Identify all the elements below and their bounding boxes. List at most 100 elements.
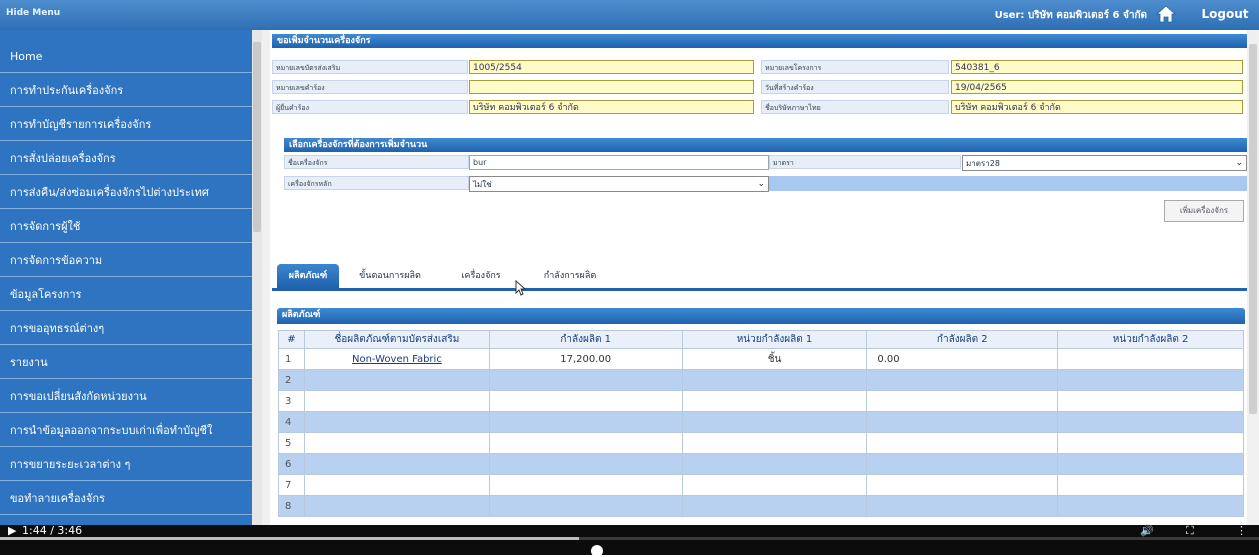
row-index: 8 — [278, 495, 305, 517]
col-header-capacity-1: กำลังผลิต 1 — [488, 330, 683, 349]
video-seek-bar[interactable] — [0, 537, 1259, 540]
main-machine-select-value: ไม่ใช่ — [473, 180, 492, 189]
capacity-unit-2-cell — [1057, 432, 1244, 454]
capacity-unit-1-cell — [681, 411, 868, 433]
capacity-unit-1-cell — [681, 390, 868, 412]
sidebar-item-home[interactable]: Home — [0, 40, 252, 73]
capacity-unit-2-cell — [1057, 495, 1244, 517]
capacity-1-value: 17,200.00 — [488, 348, 683, 370]
capacity-2-cell — [866, 474, 1059, 496]
field-label-company-thai: ชื่อบริษัทภาษาไทย — [761, 100, 949, 114]
capacity-unit-1-cell — [681, 432, 868, 454]
capacity-2-cell — [866, 453, 1059, 475]
row-index: 2 — [278, 369, 305, 391]
sidebar-item-return-repair[interactable]: การส่งคืน/ส่งซ่อมเครื่องจักรไปต่างประเทศ — [0, 176, 252, 209]
sidebar-item-users[interactable]: การจัดการผู้ใช้ — [0, 210, 252, 243]
tab-machine[interactable]: เครื่องจักร — [446, 264, 516, 288]
tab-underline — [272, 288, 1247, 291]
tab-production-capacity[interactable]: กำลังการผลิต — [522, 264, 618, 288]
section-label: มาตรา — [769, 155, 961, 169]
form-section-header: ขอเพิ่มจำนวนเครื่องจักร — [272, 34, 1247, 48]
product-name-cell — [303, 474, 490, 496]
col-header-product-name: ชื่อผลิตภัณฑ์ตามบัตรส่งเสริม — [303, 330, 490, 349]
table-row: 1 Non-Woven Fabric 17,200.00 ชิ้น 0.00 — [278, 348, 1244, 370]
field-label-project-no: หมายเลขโครงการ — [761, 60, 949, 74]
row-index: 5 — [278, 432, 305, 454]
user-info: User: บริษัท คอมพิวเตอร์ 6 จำกัด — [994, 10, 1147, 21]
sidebar-item-extend-period[interactable]: การขยายระยะเวลาต่าง ๆ — [0, 448, 252, 481]
capacity-unit-2-cell — [1057, 369, 1244, 391]
play-icon[interactable]: ▶ — [8, 525, 16, 537]
tab-product[interactable]: ผลิตภัณฑ์ — [277, 264, 339, 288]
field-label-request-no: หมายเลขคำร้อง — [272, 80, 468, 94]
sidebar-item-insurance[interactable]: การทำประกันเครื่องจักร — [0, 74, 252, 107]
tab-production-steps[interactable]: ขั้นตอนการผลิต — [347, 264, 433, 288]
product-table: # ชื่อผลิตภัณฑ์ตามบัตรส่งเสริม กำลังผลิต… — [278, 330, 1244, 517]
sidebar-item-project-info[interactable]: ข้อมูลโครงการ — [0, 278, 252, 311]
capacity-unit-1-cell — [681, 474, 868, 496]
product-name-cell — [303, 369, 490, 391]
sidebar-item-destroy-machine[interactable]: ขอทำลายเครื่องจักร — [0, 482, 252, 515]
sidebar-item-data-export[interactable]: การนำข้อมูลออกจากระบบเก่าเพื่อทำบัญชีใ — [0, 414, 252, 447]
capacity-1-cell — [488, 390, 683, 412]
capacity-unit-1-cell — [681, 495, 868, 517]
sidebar-item-messages[interactable]: การจัดการข้อความ — [0, 244, 252, 277]
main-left-scrollbar[interactable] — [262, 30, 270, 525]
capacity-1-cell — [488, 495, 683, 517]
sidebar-item-release[interactable]: การสั่งปล่อยเครื่องจักร — [0, 142, 252, 175]
main-scrollbar[interactable] — [1247, 30, 1259, 525]
sidebar-item-reports[interactable]: รายงาน — [0, 346, 252, 379]
product-name-link[interactable]: Non-Woven Fabric — [303, 348, 490, 370]
row-index: 1 — [278, 348, 305, 370]
main-machine-label: เครื่องจักรหลัก — [284, 176, 469, 190]
product-name-cell — [303, 432, 490, 454]
product-name-cell — [303, 495, 490, 517]
video-overlay-dot — [591, 545, 603, 557]
capacity-1-cell — [488, 411, 683, 433]
sidebar-scroll-thumb[interactable] — [253, 42, 261, 232]
capacity-unit-1-cell — [681, 453, 868, 475]
row-index: 4 — [278, 411, 305, 433]
volume-icon[interactable]: 🔊 — [1140, 525, 1154, 537]
table-row: 4 — [278, 411, 1244, 433]
video-time: 1:44 / 3:46 — [22, 524, 83, 537]
select-machine-filler — [769, 176, 1247, 191]
home-icon[interactable] — [1155, 4, 1177, 24]
sidebar-item-change-affiliation[interactable]: การขอเปลี่ยนสังกัดหน่วยงาน — [0, 380, 252, 413]
video-controls: ▶ 1:44 / 3:46 🔊 ⛶ ⋮ — [0, 525, 1259, 555]
add-machine-button[interactable]: เพิ่มเครื่องจักร — [1164, 200, 1244, 222]
main-content: ขอเพิ่มจำนวนเครื่องจักร หมายเลขบัตรส่งเส… — [262, 30, 1259, 525]
top-bar: Hide Menu User: บริษัท คอมพิวเตอร์ 6 จำก… — [0, 0, 1259, 30]
field-value-project-no: 540381_6 — [951, 60, 1243, 74]
sidebar: Home การทำประกันเครื่องจักร การทำบัญชีรา… — [0, 30, 262, 525]
section-select[interactable]: มาตรา28 ⌄ — [962, 155, 1247, 171]
logout-button[interactable]: Logout — [1195, 5, 1255, 23]
machine-name-input[interactable]: bur — [469, 155, 769, 170]
fullscreen-icon[interactable]: ⛶ — [1186, 525, 1194, 537]
field-value-request-date: 19/04/2565 — [951, 80, 1243, 94]
field-value-company-thai: บริษัท คอมพิวเตอร์ 6 จำกัด — [951, 100, 1243, 114]
sidebar-scrollbar[interactable] — [252, 30, 262, 525]
sidebar-item-appeals[interactable]: การขออุทธรณ์ต่างๆ — [0, 312, 252, 345]
row-index: 6 — [278, 453, 305, 475]
product-table-header-row: # ชื่อผลิตภัณฑ์ตามบัตรส่งเสริม กำลังผลิต… — [278, 330, 1244, 349]
machine-name-label: ชื่อเครื่องจักร — [284, 155, 469, 169]
table-row: 8 — [278, 495, 1244, 517]
capacity-2-cell — [866, 432, 1059, 454]
capacity-2-cell — [866, 411, 1059, 433]
capacity-unit-2-value — [1057, 348, 1244, 370]
chevron-down-icon: ⌄ — [757, 179, 765, 189]
field-label-applicant: ผู้ยื่นคำร้อง — [272, 100, 468, 114]
product-name-cell — [303, 390, 490, 412]
more-options-icon[interactable]: ⋮ — [1236, 525, 1247, 537]
main-scroll-thumb[interactable] — [1249, 44, 1257, 414]
capacity-unit-1-cell — [681, 369, 868, 391]
product-section-header: ผลิตภัณฑ์ — [277, 308, 1245, 324]
main-machine-select[interactable]: ไม่ใช่ ⌄ — [469, 176, 769, 192]
field-label-request-date: วันที่สร้างคำร้อง — [761, 80, 949, 94]
row-index: 7 — [278, 474, 305, 496]
table-row: 2 — [278, 369, 1244, 391]
mouse-cursor-icon — [515, 280, 527, 296]
hide-menu-button[interactable]: Hide Menu — [6, 8, 60, 18]
sidebar-item-machine-list[interactable]: การทำบัญชีรายการเครื่องจักร — [0, 108, 252, 141]
